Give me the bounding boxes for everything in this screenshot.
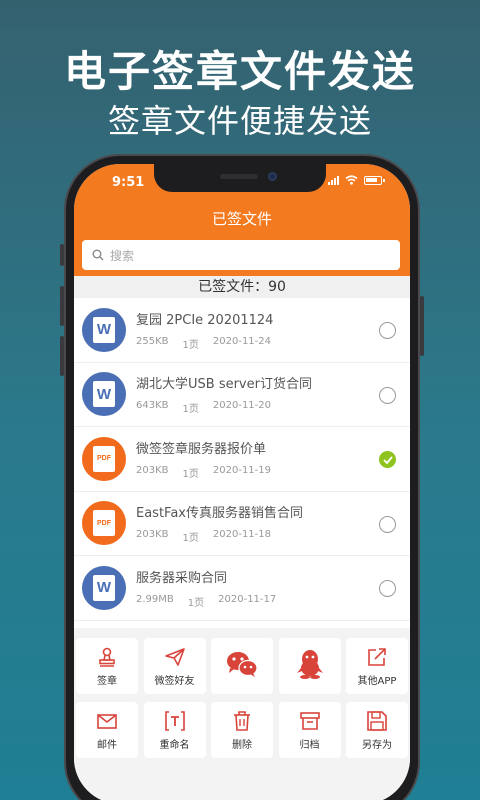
promo-subtitle: 签章文件便捷发送 (107, 102, 372, 140)
file-name: EastFax传真服务器销售合同 (136, 506, 303, 522)
status-time: 9:51 (112, 175, 145, 190)
mute-switch (60, 244, 64, 266)
selected-checkbox[interactable] (379, 451, 396, 468)
file-pages: 1页 (182, 468, 199, 480)
select-checkbox[interactable] (379, 322, 396, 339)
pdf-file-icon: PDF (82, 501, 126, 546)
wechat-icon (227, 652, 258, 677)
trash-icon (234, 710, 250, 731)
volume-down-button (60, 336, 64, 376)
action-label: 另存为 (362, 739, 392, 751)
list-item[interactable] (74, 621, 410, 629)
file-pages: 1页 (182, 404, 199, 416)
stamp-button[interactable]: 签章 (76, 638, 138, 694)
file-date: 2020-11-20 (212, 400, 272, 412)
paper-plane-icon (164, 647, 185, 666)
phone-frame: 9:51 已签文件 搜索 已签文件：90 W 复园 2PCIe 20201124… (60, 156, 424, 800)
action-label: 删除 (232, 739, 252, 751)
file-size: 643KB (136, 400, 169, 412)
rename-icon (164, 710, 185, 731)
word-file-icon: W (82, 372, 126, 417)
file-size: 203KB (136, 464, 169, 476)
signal-icon (328, 175, 339, 185)
page-title: 已签文件 (211, 210, 272, 228)
search-icon (92, 249, 104, 261)
qq-icon (296, 650, 323, 679)
file-name: 微签签章服务器报价单 (136, 441, 267, 457)
action-label: 重命名 (159, 739, 190, 751)
volume-up-button (60, 286, 64, 326)
select-checkbox[interactable] (379, 386, 396, 404)
file-pages: 1页 (182, 533, 199, 545)
action-label: 归档 (299, 739, 320, 751)
wifi-icon (345, 175, 358, 185)
app-screen: 9:51 已签文件 搜索 已签文件：90 W 复园 2PCIe 20201124… (74, 164, 410, 800)
file-date: 2020-11-19 (212, 464, 272, 476)
status-icons (328, 175, 385, 185)
mail-icon (97, 713, 117, 729)
notch (154, 164, 326, 192)
file-name: 服务器采购合同 (136, 570, 228, 586)
file-size: 2.99MB (136, 593, 174, 605)
select-checkbox[interactable] (379, 580, 396, 597)
file-pages: 1页 (187, 597, 205, 609)
search-placeholder: 搜索 (110, 248, 135, 263)
word-file-icon: W (82, 307, 126, 352)
mail-button[interactable]: 邮件 (76, 702, 138, 758)
send-to-friend-button[interactable]: 微签好友 (143, 638, 206, 694)
file-name: 湖北大学USB server订货合同 (136, 377, 312, 393)
file-count: 已签文件：90 (74, 276, 410, 298)
save-icon (367, 710, 387, 731)
list-item[interactable]: W 复园 2PCIe 20201124 255KB 1页 2020-11-24 (74, 298, 410, 363)
select-checkbox[interactable] (379, 515, 396, 533)
list-item[interactable]: PDF EastFax传真服务器销售合同 203KB 1页 2020-11-18 (74, 492, 410, 556)
camera-icon (268, 172, 277, 181)
action-label: 微签好友 (154, 675, 195, 687)
archive-button[interactable]: 归档 (278, 702, 341, 758)
qq-share-button[interactable] (278, 638, 341, 694)
file-name: 复园 2PCIe 20201124 (136, 312, 274, 328)
file-date: 2020-11-18 (212, 529, 272, 541)
speaker-grille (220, 174, 258, 179)
stamp-icon (99, 647, 115, 667)
action-label: 其他APP (357, 675, 397, 687)
pdf-file-icon: PDF (82, 436, 126, 481)
word-file-icon: W (82, 565, 126, 610)
action-label: 签章 (97, 675, 117, 687)
power-button (420, 296, 424, 356)
archive-icon (299, 711, 320, 730)
file-size: 255KB (136, 335, 169, 347)
app-header: 9:51 已签文件 搜索 (74, 164, 410, 276)
list-item[interactable]: PDF 微签签章服务器报价单 203KB 1页 2020-11-19 (74, 427, 410, 492)
promo-title: 电子签章文件发送 (63, 47, 416, 96)
file-list: W 复园 2PCIe 20201124 255KB 1页 2020-11-24 W … (74, 298, 410, 628)
battery-icon (364, 175, 385, 185)
other-app-button[interactable]: 其他APP (346, 638, 408, 694)
share-icon (368, 647, 386, 666)
file-date: 2020-11-24 (212, 335, 272, 347)
list-item[interactable]: W 湖北大学USB server订货合同 643KB 1页 2020-11-20 (74, 363, 410, 427)
list-item[interactable]: W 服务器采购合同 2.99MB 1页 2020-11-17 (74, 556, 410, 621)
file-date: 2020-11-17 (218, 593, 277, 605)
search-input[interactable]: 搜索 (82, 240, 400, 270)
action-panel: 签章 微签好友 其他APP 邮件 重命名 删除 归档 另存为 (74, 628, 410, 800)
rename-button[interactable]: 重命名 (143, 702, 206, 758)
file-size: 203KB (136, 529, 169, 541)
file-pages: 1页 (182, 339, 199, 351)
checkmark-icon (382, 455, 393, 464)
wechat-share-button[interactable] (211, 638, 273, 694)
save-as-button[interactable]: 另存为 (346, 702, 408, 758)
action-label: 邮件 (97, 739, 117, 751)
delete-button[interactable]: 删除 (211, 702, 273, 758)
